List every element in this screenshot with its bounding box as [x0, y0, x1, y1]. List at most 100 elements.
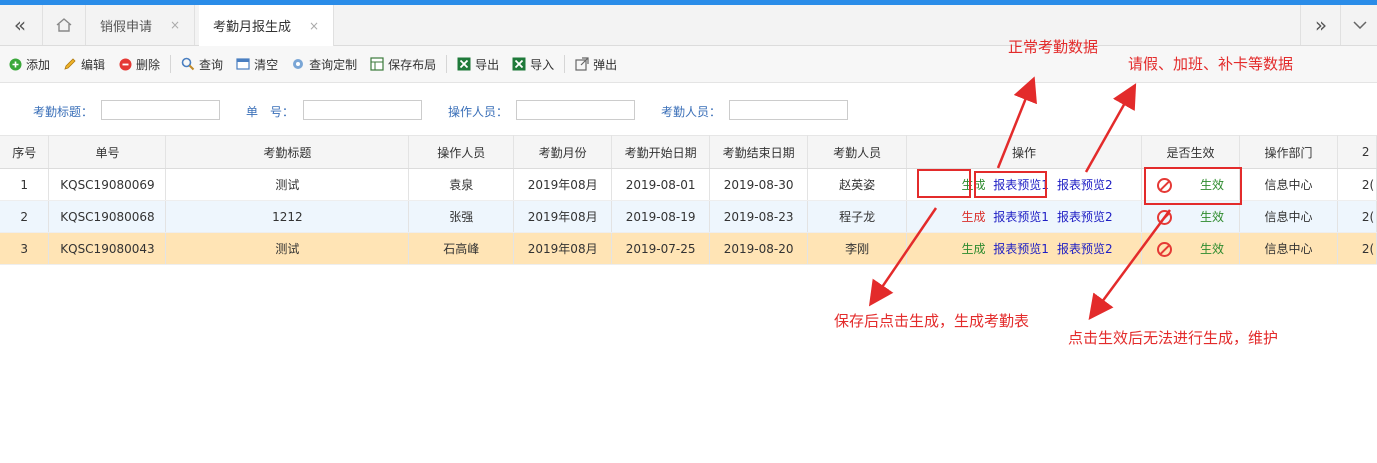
row-month: 2019年08月 [513, 232, 613, 265]
save-layout-label: 保存布局 [388, 57, 437, 72]
preview1-link[interactable]: 报表预览1 [993, 242, 1049, 256]
scroll-left-icon[interactable]: « [0, 5, 40, 45]
row-no: KQSC19080043 [48, 232, 167, 265]
preview2-link[interactable]: 报表预览2 [1057, 178, 1113, 192]
col-actions[interactable]: 操作 [906, 135, 1142, 169]
row-start: 2019-08-01 [611, 168, 711, 201]
annotation-after-effect: 点击生效后无法进行生成，维护 [1068, 329, 1279, 347]
excel-icon [457, 57, 471, 71]
col-effective[interactable]: 是否生效 [1141, 135, 1240, 169]
row-extra: 2( [1337, 168, 1377, 201]
annotation-box-preview1 [974, 171, 1047, 198]
delete-label: 删除 [136, 57, 161, 72]
col-month[interactable]: 考勤月份 [513, 135, 613, 169]
close-icon[interactable]: × [309, 19, 319, 33]
import-button[interactable]: 导入 [512, 56, 554, 73]
close-icon[interactable]: × [170, 18, 180, 32]
import-label: 导入 [530, 57, 555, 72]
clear-icon [236, 57, 250, 71]
clear-label: 清空 [254, 57, 279, 72]
popup-button[interactable]: 弹出 [575, 56, 617, 73]
title-search-input[interactable] [101, 100, 220, 120]
row-staff: 赵英姿 [807, 168, 908, 201]
row-title: 测试 [165, 168, 410, 201]
toolbar-divider [564, 55, 566, 73]
preview2-link[interactable]: 报表预览2 [1057, 210, 1113, 224]
query-custom-button[interactable]: 查询定制 [291, 56, 357, 73]
table-row[interactable]: 2 KQSC19080068 1212 张强 2019年08月 2019-08-… [0, 200, 1377, 233]
staff-search-label: 考勤人员： [661, 105, 722, 119]
row-month: 2019年08月 [513, 168, 613, 201]
generate-link[interactable]: 生成 [961, 242, 985, 256]
row-dept: 信息中心 [1239, 200, 1338, 233]
edit-button[interactable]: 编辑 [63, 56, 105, 73]
annotation-normal-data: 正常考勤数据 [1008, 38, 1099, 56]
ban-icon[interactable] [1156, 242, 1172, 257]
add-button[interactable]: 添加 [8, 56, 50, 73]
effective-link[interactable]: 生效 [1200, 210, 1224, 224]
query-label: 查询 [199, 57, 224, 72]
preview2-link[interactable]: 报表预览2 [1057, 242, 1113, 256]
effective-link[interactable]: 生效 [1200, 242, 1224, 256]
toolbar-divider [170, 55, 172, 73]
col-index[interactable]: 序号 [0, 135, 50, 169]
row-index: 2 [0, 200, 50, 233]
home-icon[interactable] [42, 5, 86, 45]
tab-label: 考勤月报生成 [213, 20, 292, 35]
row-end: 2019-08-23 [709, 200, 809, 233]
row-month: 2019年08月 [513, 200, 613, 233]
add-label: 添加 [26, 57, 51, 72]
staff-search-input[interactable] [729, 100, 848, 120]
tab-label: 销假申请 [100, 19, 153, 35]
generate-link[interactable]: 生成 [961, 210, 985, 224]
row-extra: 2( [1337, 200, 1377, 233]
query-custom-label: 查询定制 [309, 57, 358, 72]
row-end: 2019-08-20 [709, 232, 809, 265]
title-search-label: 考勤标题： [33, 105, 94, 119]
toolbar-divider [446, 55, 448, 73]
annotation-leave-data: 请假、加班、补卡等数据 [1128, 55, 1294, 73]
col-extra[interactable]: 2 [1337, 135, 1377, 169]
layout-icon [370, 57, 384, 71]
col-department[interactable]: 操作部门 [1239, 135, 1338, 169]
table-row[interactable]: 3 KQSC19080043 测试 石高峰 2019年08月 2019-07-2… [0, 232, 1377, 265]
no-search-input[interactable] [303, 100, 422, 120]
gear-icon [291, 57, 305, 71]
row-extra: 2( [1337, 232, 1377, 265]
save-layout-button[interactable]: 保存布局 [370, 56, 436, 73]
col-operator[interactable]: 操作人员 [408, 135, 515, 169]
row-dept: 信息中心 [1239, 232, 1338, 265]
ban-icon[interactable] [1156, 210, 1172, 225]
row-actions: 生成 报表预览1 报表预览2 [906, 200, 1142, 233]
minus-circle-icon [118, 57, 132, 71]
operator-search-input[interactable] [516, 100, 635, 120]
tab-attendance-monthly[interactable]: 考勤月报生成 × [199, 5, 335, 46]
col-start-date[interactable]: 考勤开始日期 [611, 135, 711, 169]
chevron-down-icon[interactable] [1340, 5, 1377, 45]
col-staff[interactable]: 考勤人员 [807, 135, 908, 169]
row-dept: 信息中心 [1239, 168, 1338, 201]
row-operator: 石高峰 [408, 232, 515, 265]
table-header-row: 序号 单号 考勤标题 操作人员 考勤月份 考勤开始日期 考勤结束日期 考勤人员 … [0, 135, 1377, 169]
preview1-link[interactable]: 报表预览1 [993, 210, 1049, 224]
row-title: 测试 [165, 232, 410, 265]
search-bar: 考勤标题： 单 号： 操作人员： 考勤人员： [0, 83, 1377, 135]
col-no[interactable]: 单号 [48, 135, 167, 169]
tab-leave-cancel[interactable]: 销假申请 × [86, 5, 196, 45]
export-label: 导出 [475, 57, 500, 72]
export-button[interactable]: 导出 [457, 56, 499, 73]
col-end-date[interactable]: 考勤结束日期 [709, 135, 809, 169]
row-end: 2019-08-30 [709, 168, 809, 201]
row-effective: 生效 [1141, 200, 1240, 233]
row-staff: 程子龙 [807, 200, 908, 233]
scroll-right-icon[interactable]: » [1300, 5, 1341, 45]
annotation-box-generate [917, 169, 971, 198]
query-button[interactable]: 查询 [181, 56, 223, 73]
clear-button[interactable]: 清空 [236, 56, 278, 73]
plus-circle-icon [8, 57, 22, 71]
row-title: 1212 [165, 200, 410, 233]
row-operator: 袁泉 [408, 168, 515, 201]
operator-search-label: 操作人员： [448, 105, 509, 119]
col-title[interactable]: 考勤标题 [165, 135, 410, 169]
delete-button[interactable]: 删除 [118, 56, 160, 73]
